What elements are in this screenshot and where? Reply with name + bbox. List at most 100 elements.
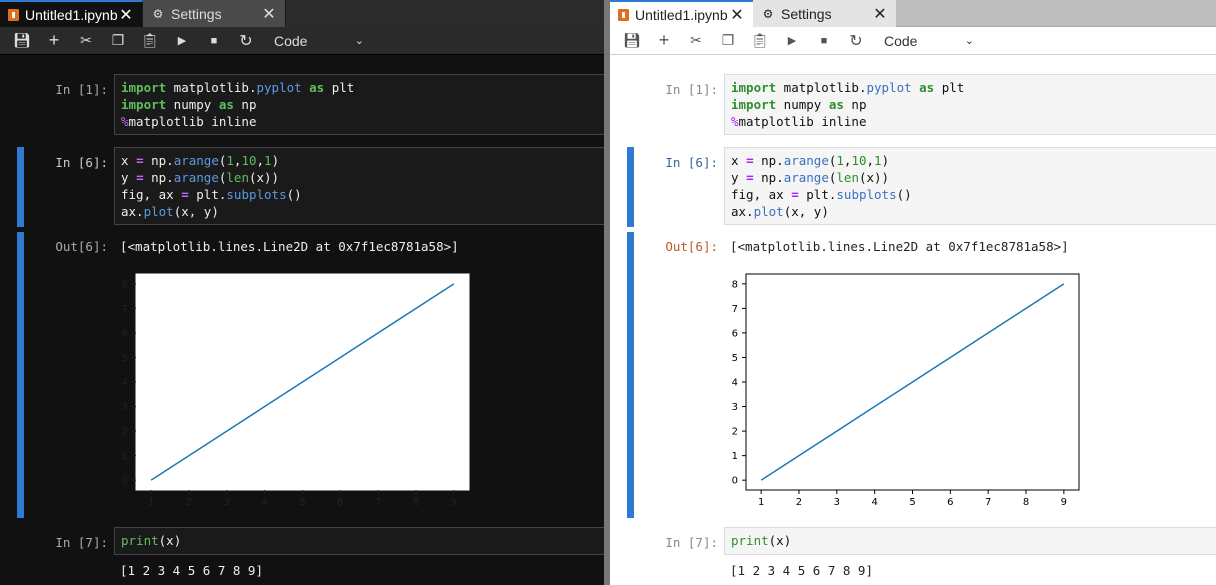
y-tick-label: 1 (732, 451, 738, 462)
y-tick-label: 7 (732, 304, 738, 315)
dark-notebook-pane: Untitled1.ipynb ✕ ⚙ Settings ✕ 💾︎ + ✂ ❐ … (0, 0, 604, 585)
input-prompt: In [7]: (665, 535, 718, 550)
cell-type-select[interactable]: Code ⌄ (884, 33, 974, 49)
clipboard-icon: 📋︎ (751, 32, 769, 48)
output-text: [<matplotlib.lines.Line2D at 0x7f1ec8781… (120, 239, 459, 254)
notebook-toolbar: 💾︎ + ✂ ❐ 📋︎ ▶ ■ ↻ Code ⌄ (610, 27, 1216, 55)
chevron-down-icon: ⌄ (354, 35, 364, 47)
input-prompt: In [6]: (55, 155, 108, 170)
input-prompt: In [6]: (665, 155, 718, 170)
input-prompt: In [7]: (55, 535, 108, 550)
cell-editor[interactable]: print(x) (724, 527, 1216, 555)
y-tick-label: 5 (122, 353, 128, 364)
x-tick-label: 7 (985, 497, 991, 508)
tab-settings[interactable]: ⚙ Settings ✕ (143, 0, 286, 27)
x-tick-label: 3 (224, 497, 230, 508)
run-button[interactable]: ▶ (776, 27, 808, 55)
y-tick-label: 3 (732, 402, 738, 413)
output-prompt: Out[6]: (55, 239, 108, 254)
x-tick-label: 2 (796, 497, 802, 508)
stop-icon: ■ (820, 34, 828, 47)
line-plot: 1 2 3 4 5 6 7 8 9 0 1 2 3 4 5 6 7 8 (732, 273, 1080, 508)
cell-editor[interactable]: import matplotlib.pyplot as plt import n… (114, 74, 604, 135)
notebook-toolbar: 💾︎ + ✂ ❐ 📋︎ ▶ ■ ↻ Code ⌄ (0, 27, 604, 55)
tab-notebook[interactable]: Untitled1.ipynb ✕ (610, 0, 753, 27)
copy-button[interactable]: ❐ (712, 27, 744, 55)
line-plot: 1 2 3 4 5 6 7 8 9 0 1 2 3 4 5 6 7 8 (122, 273, 470, 508)
tab-settings-label: Settings (171, 5, 222, 22)
restart-icon: ↻ (239, 32, 253, 50)
stop-icon: ■ (210, 34, 218, 47)
add-cell-button[interactable]: + (38, 27, 70, 55)
x-tick-label: 4 (871, 497, 877, 508)
close-icon[interactable]: ✕ (729, 5, 745, 25)
run-button[interactable]: ▶ (166, 27, 198, 55)
notebook-content: In [1]: import matplotlib.pyplot as plt … (0, 56, 604, 585)
paste-button[interactable]: 📋︎ (744, 27, 776, 55)
y-tick-label: 2 (732, 427, 738, 438)
clipboard-icon: 📋︎ (141, 32, 159, 48)
y-tick-label: 4 (732, 378, 738, 389)
tab-notebook[interactable]: Untitled1.ipynb ✕ (0, 0, 143, 27)
cell-editor[interactable]: import matplotlib.pyplot as plt import n… (724, 74, 1216, 135)
gear-icon: ⚙ (762, 6, 774, 21)
x-tick-label: 5 (909, 497, 915, 508)
cell-editor[interactable]: print(x) (114, 527, 604, 555)
active-cell-indicator (17, 147, 24, 227)
print-output: [1 2 3 4 5 6 7 8 9] (120, 563, 263, 578)
save-button[interactable]: 💾︎ (6, 27, 38, 55)
notebook-content: In [1]: import matplotlib.pyplot as plt … (610, 56, 1216, 585)
output-prompt: Out[6]: (665, 239, 718, 254)
x-tick-label: 1 (148, 497, 154, 508)
cut-button[interactable]: ✂ (680, 27, 712, 55)
cell-editor[interactable]: x = np.arange(1,10,1) y = np.arange(len(… (724, 147, 1216, 225)
save-icon: 💾︎ (623, 32, 641, 48)
stop-button[interactable]: ■ (808, 27, 840, 55)
stop-button[interactable]: ■ (198, 27, 230, 55)
save-button[interactable]: 💾︎ (616, 27, 648, 55)
cell-type-select[interactable]: Code ⌄ (274, 33, 364, 49)
save-icon: 💾︎ (13, 32, 31, 48)
cell-editor[interactable]: x = np.arange(1,10,1) y = np.arange(len(… (114, 147, 604, 225)
notebook-icon (8, 8, 19, 21)
play-icon: ▶ (787, 35, 797, 47)
x-tick-label: 2 (186, 497, 192, 508)
y-tick-label: 1 (122, 451, 128, 462)
x-tick-label: 4 (261, 497, 267, 508)
y-tick-label: 7 (122, 304, 128, 315)
plus-icon: + (48, 30, 60, 50)
y-tick-label: 4 (122, 378, 128, 389)
restart-button[interactable]: ↻ (230, 27, 262, 55)
y-tick-label: 8 (732, 279, 738, 290)
plus-icon: + (658, 30, 670, 50)
cut-button[interactable]: ✂ (70, 27, 102, 55)
tab-notebook-label: Untitled1.ipynb (635, 6, 728, 23)
y-tick-label: 6 (732, 328, 738, 339)
paste-button[interactable]: 📋︎ (134, 27, 166, 55)
y-tick-label: 6 (122, 328, 128, 339)
active-cell-indicator (627, 147, 634, 227)
tab-bar: Untitled1.ipynb ✕ ⚙ Settings ✕ (610, 0, 1216, 27)
chevron-down-icon: ⌄ (964, 35, 974, 47)
x-tick-label: 1 (758, 497, 764, 508)
notebook-icon (618, 8, 629, 21)
gear-icon: ⚙ (152, 6, 164, 21)
add-cell-button[interactable]: + (648, 27, 680, 55)
copy-button[interactable]: ❐ (102, 27, 134, 55)
input-prompt: In [1]: (55, 82, 108, 97)
y-tick-label: 0 (732, 476, 738, 487)
scissors-icon: ✂ (690, 32, 702, 48)
x-tick-label: 9 (1061, 497, 1067, 508)
cell-type-label: Code (274, 32, 308, 49)
close-icon[interactable]: ✕ (872, 4, 888, 24)
close-icon[interactable]: ✕ (261, 4, 277, 24)
light-notebook-pane: Untitled1.ipynb ✕ ⚙ Settings ✕ 💾︎ + ✂ ❐ … (610, 0, 1216, 585)
close-icon[interactable]: ✕ (118, 5, 134, 25)
tab-settings-label: Settings (781, 5, 832, 22)
copy-icon: ❐ (111, 32, 125, 48)
tab-settings[interactable]: ⚙ Settings ✕ (753, 0, 896, 27)
x-tick-label: 8 (413, 497, 419, 508)
restart-button[interactable]: ↻ (840, 27, 872, 55)
input-prompt: In [1]: (665, 82, 718, 97)
x-tick-label: 8 (1023, 497, 1029, 508)
